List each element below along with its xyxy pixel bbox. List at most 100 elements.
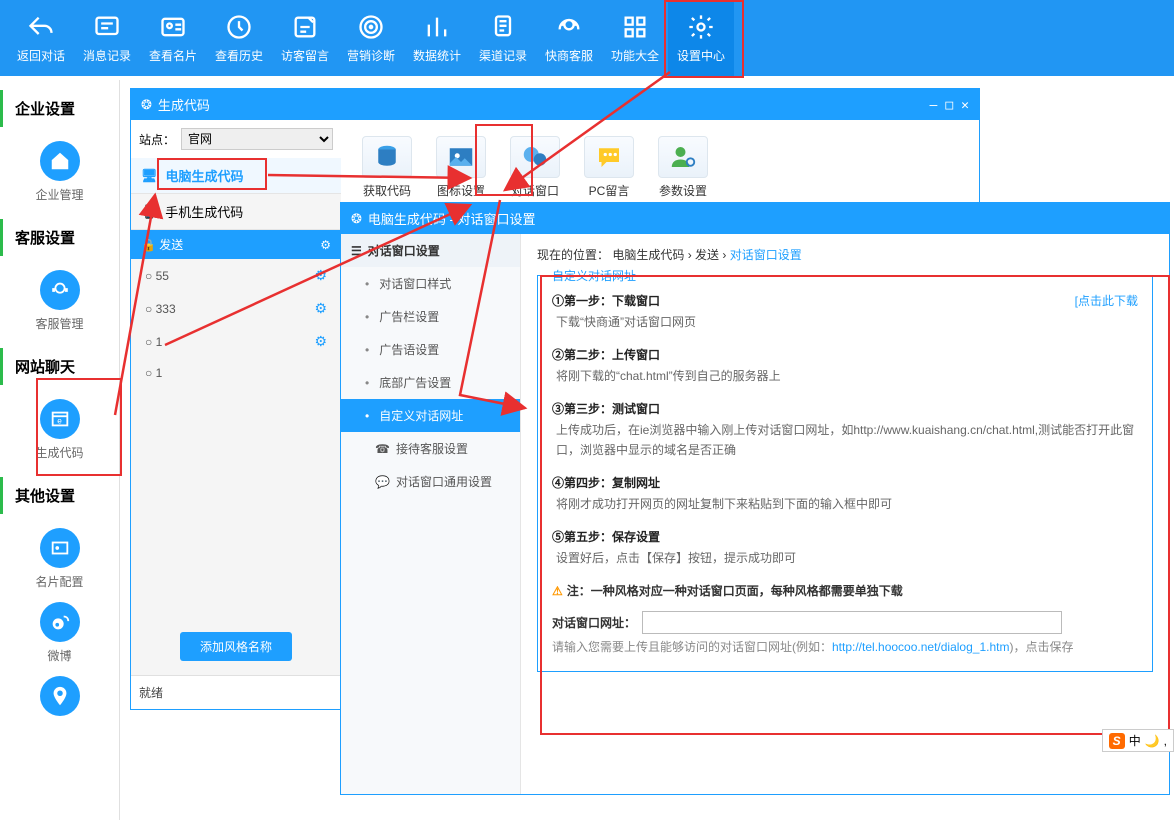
sb-title-other: 其他设置 (0, 477, 119, 514)
list-icon: ☰ (351, 244, 362, 258)
breadcrumb: 现在的位置： 电脑生成代码 › 发送 › 对话窗口设置 (537, 246, 1153, 263)
url-hint: 请输入您需要上传且能够访问的对话窗口网址(例如：http://tel.hooco… (552, 638, 1138, 655)
tab-mobile-code[interactable]: 📱手机生成代码 (131, 194, 341, 230)
tree-custom-url[interactable]: 自定义对话网址 (341, 399, 520, 432)
ime-indicator[interactable]: S中🌙 , (1102, 729, 1174, 752)
fieldset-legend: 自定义对话网址 (548, 267, 640, 284)
weibo-icon (40, 602, 80, 642)
status-bar: 就绪 (131, 675, 341, 709)
step2-title: ②第二步：上传窗口 (552, 346, 1138, 363)
warning-icon: ⚠ (552, 584, 563, 598)
moon-icon: 🌙 (1145, 734, 1160, 748)
home-icon (40, 141, 80, 181)
app-icon: ❂ (141, 97, 152, 113)
warning-note: ⚠注：一种风格对应一种对话窗口页面，每种风格都需要单独下载 (552, 582, 1138, 599)
maximize-icon[interactable]: □ (945, 98, 953, 113)
top-toolbar: 返回对话 消息记录 查看名片 查看历史 访客留言 营销诊断 数据统计 渠道记录 … (0, 0, 1174, 76)
phone-icon: ☎ (375, 442, 390, 456)
sogou-icon: S (1109, 733, 1125, 749)
minimize-icon[interactable]: — (930, 98, 938, 113)
style-item-1b[interactable]: ○ 1 (131, 358, 341, 388)
user-gear-icon (658, 136, 708, 178)
tb-view-history[interactable]: 查看历史 (206, 13, 272, 64)
pin-icon (40, 676, 80, 716)
site-label: 站点： (139, 131, 175, 148)
step3-desc: 上传成功后，在ie浏览器中输入刚上传对话窗口网址，如http://www.kua… (552, 421, 1138, 459)
tree-general[interactable]: 💬对话窗口通用设置 (341, 465, 520, 498)
tb-stats[interactable]: 数据统计 (404, 13, 470, 64)
tool-param-settings[interactable]: 参数设置 (651, 136, 715, 199)
tb-marketing[interactable]: 营销诊断 (338, 13, 404, 64)
sb-card-config[interactable]: 名片配置 (0, 522, 119, 596)
step2-desc: 将刚下载的“chat.html”传到自己的服务器上 (552, 367, 1138, 386)
step4-desc: 将刚才成功打开网页的网址复制下来粘贴到下面的输入框中即可 (552, 495, 1138, 514)
win2-titlebar[interactable]: ❂电脑生成代码 - 对话窗口设置 (341, 203, 1169, 234)
sb-enterprise-mgmt[interactable]: 企业管理 (0, 135, 119, 209)
sb-title-enterprise: 企业设置 (0, 90, 119, 127)
monitor-icon: 🖥 (141, 168, 158, 184)
add-style-button[interactable]: 添加风格名称 (180, 632, 292, 661)
tb-return-chat[interactable]: 返回对话 (8, 13, 74, 64)
tb-visitor-msg[interactable]: 访客留言 (272, 13, 338, 64)
settings-tree: ☰对话窗口设置 对话窗口样式 广告栏设置 广告语设置 底部广告设置 自定义对话网… (341, 234, 521, 794)
tb-features[interactable]: 功能大全 (602, 13, 668, 64)
lock-icon: 🔒 (141, 238, 156, 252)
sb-weibo[interactable]: 微博 (0, 596, 119, 670)
url-label: 对话窗口网址： (552, 614, 636, 631)
style-item-1a[interactable]: ○ 1⚙ (131, 325, 341, 358)
step1-title: ①第一步：下载窗口 (552, 292, 1138, 309)
tb-view-card[interactable]: 查看名片 (140, 13, 206, 64)
tree-header[interactable]: ☰对话窗口设置 (341, 234, 520, 267)
svg-text:e: e (57, 417, 62, 426)
chat-url-input[interactable] (642, 611, 1062, 634)
tb-channel[interactable]: 渠道记录 (470, 13, 536, 64)
tree-ad-bar[interactable]: 广告栏设置 (341, 300, 520, 333)
card-icon (40, 528, 80, 568)
download-link[interactable]: [点击此下载 (1075, 292, 1138, 309)
tb-message-log[interactable]: 消息记录 (74, 13, 140, 64)
sb-location[interactable] (0, 670, 119, 727)
step5-title: ⑤第五步：保存设置 (552, 528, 1138, 545)
tree-reception[interactable]: ☎接待客服设置 (341, 432, 520, 465)
step1-desc: 下载“快商通”对话窗口网页 (552, 313, 1138, 332)
custom-url-fieldset: 自定义对话网址 [点击此下载 ①第一步：下载窗口下载“快商通”对话窗口网页 ②第… (537, 275, 1153, 672)
image-icon (436, 136, 486, 178)
tb-service[interactable]: 快商客服 (536, 13, 602, 64)
tool-chat-window[interactable]: 对话窗口 (503, 136, 567, 199)
gear-icon[interactable]: ⚙ (314, 333, 327, 350)
sb-gen-code[interactable]: e生成代码 (0, 393, 119, 467)
send-header[interactable]: 🔒 发送⚙ (131, 230, 341, 259)
sb-title-webchat: 网站聊天 (0, 348, 119, 385)
breadcrumb-link[interactable]: 对话窗口设置 (730, 248, 802, 262)
sb-title-service: 客服设置 (0, 219, 119, 256)
tree-bottom-ad[interactable]: 底部广告设置 (341, 366, 520, 399)
gear-icon[interactable]: ⚙ (314, 267, 327, 284)
gear-icon[interactable]: ⚙ (314, 300, 327, 317)
database-icon (362, 136, 412, 178)
tb-settings[interactable]: 设置中心 (668, 0, 734, 76)
message-icon (584, 136, 634, 178)
tool-get-code[interactable]: 获取代码 (355, 136, 419, 199)
close-icon[interactable]: ✕ (961, 98, 969, 113)
headset-icon (40, 270, 80, 310)
sb-service-mgmt[interactable]: 客服管理 (0, 264, 119, 338)
site-select[interactable]: 官网 (181, 128, 333, 150)
browser-icon: e (40, 399, 80, 439)
win1-titlebar[interactable]: ❂生成代码 —□✕ (131, 89, 979, 120)
chat-icon: 💬 (375, 475, 390, 489)
chat-window-settings: ❂电脑生成代码 - 对话窗口设置 ☰对话窗口设置 对话窗口样式 广告栏设置 广告… (340, 202, 1170, 795)
gear-icon[interactable]: ⚙ (320, 238, 331, 252)
app-icon: ❂ (351, 211, 362, 227)
tool-pc-message[interactable]: PC留言 (577, 136, 641, 199)
tree-window-style[interactable]: 对话窗口样式 (341, 267, 520, 300)
tab-pc-code[interactable]: 🖥电脑生成代码 (131, 158, 341, 194)
step5-desc: 设置好后，点击【保存】按钮，提示成功即可 (552, 549, 1138, 568)
mobile-icon: 📱 (141, 204, 157, 220)
style-item-333[interactable]: ○ 333⚙ (131, 292, 341, 325)
tool-icon-settings[interactable]: 图标设置 (429, 136, 493, 199)
style-item-55[interactable]: ○ 55⚙ (131, 259, 341, 292)
left-sidebar: 企业设置 企业管理 客服设置 客服管理 网站聊天 e生成代码 其他设置 名片配置… (0, 80, 120, 820)
tree-ad-text[interactable]: 广告语设置 (341, 333, 520, 366)
step4-title: ④第四步：复制网址 (552, 474, 1138, 491)
step3-title: ③第三步：测试窗口 (552, 400, 1138, 417)
